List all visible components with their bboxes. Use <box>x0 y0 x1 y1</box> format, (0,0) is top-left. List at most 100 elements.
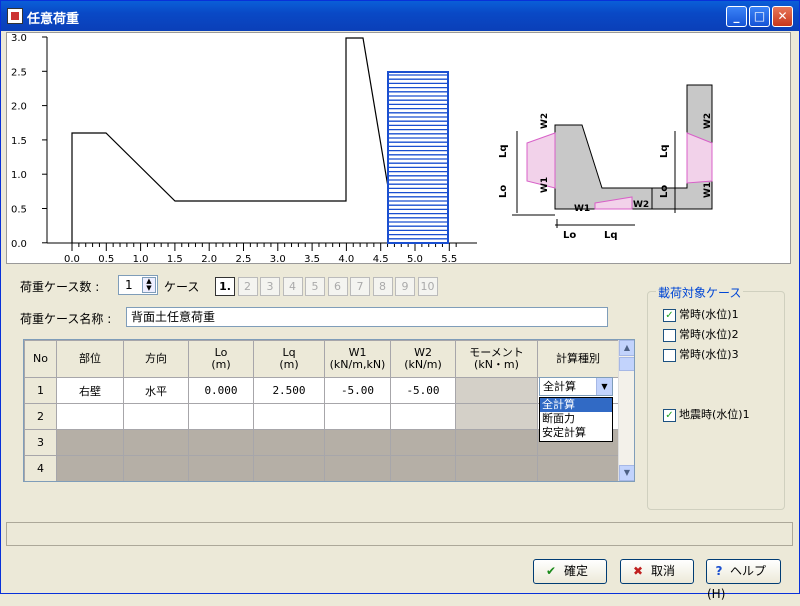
cell-part[interactable] <box>56 403 124 430</box>
cell-lq <box>253 455 325 481</box>
x-tick-label: 3.5 <box>304 254 320 265</box>
target-case-group-title: 載荷対象ケース <box>656 284 744 301</box>
status-bar <box>6 522 793 546</box>
case-button-4[interactable]: 4 <box>282 277 303 296</box>
cell-lq[interactable] <box>253 403 325 430</box>
case-checkbox[interactable]: ✓ 常時(水位)1 <box>663 308 739 324</box>
cell-w2[interactable]: -5.00 <box>390 377 456 404</box>
cell-part <box>56 429 124 456</box>
column-header: Lq (m) <box>253 340 325 378</box>
maximize-button[interactable]: □ <box>749 6 770 27</box>
ok-label: 確定 <box>564 564 589 578</box>
row-number: 3 <box>24 429 57 456</box>
minimize-button[interactable]: _ <box>726 6 747 27</box>
table-row: 4 <box>24 455 619 481</box>
cross-icon: ✖ <box>632 564 644 578</box>
column-header: 部位 <box>56 340 124 378</box>
load-graph-panel: 3.0 2.5 2.0 1.5 1.0 0.5 0.0 0.0 0.5 1.0 1.5 2.0 2.5… <box>6 32 791 265</box>
case-button-2[interactable]: 2 <box>237 277 258 296</box>
cell-lo[interactable]: 0.000 <box>188 377 254 404</box>
dropdown-option[interactable]: 断面力 <box>540 412 612 426</box>
table-row: 1 右壁 水平 0.000 2.500 -5.00 -5.00 <box>24 377 619 404</box>
diagram-lo-right: Lo <box>659 185 670 198</box>
checkbox-checked-icon[interactable]: ✓ <box>663 408 676 422</box>
help-button[interactable]: ? ヘルプ(H) <box>706 559 781 601</box>
case-count-spinner[interactable]: 1 ▲ ▼ <box>118 275 158 295</box>
diagram-w1-right: W1 <box>703 182 713 198</box>
column-header: No <box>24 340 57 378</box>
cell-w2[interactable] <box>390 403 456 430</box>
case-button-5[interactable]: 5 <box>305 277 325 296</box>
case-button-8[interactable]: 8 <box>372 277 393 296</box>
case-checkbox[interactable]: 常時(水位)2 <box>663 328 739 344</box>
cell-moment <box>455 377 538 404</box>
dropdown-option[interactable]: 全計算 <box>540 398 612 412</box>
y-tick-label: 2.0 <box>11 102 27 113</box>
title-bar: 任意荷重 _ □ ✕ <box>1 1 799 31</box>
question-icon: ? <box>715 564 723 578</box>
cell-lq[interactable]: 2.500 <box>253 377 325 404</box>
x-tick-label: 2.0 <box>201 254 217 265</box>
dropdown-option[interactable]: 安定計算 <box>540 426 612 440</box>
checkmark-icon: ✔ <box>545 564 557 578</box>
x-tick-label: 1.5 <box>167 254 183 265</box>
x-tick-label: 0.5 <box>98 254 114 265</box>
cell-w2 <box>390 455 456 481</box>
diagram-lq-bottom: Lq <box>604 230 618 241</box>
close-button[interactable]: ✕ <box>772 6 793 27</box>
checkbox-checked-icon[interactable]: ✓ <box>663 308 676 322</box>
chevron-down-icon[interactable]: ▼ <box>596 378 612 395</box>
column-header: モーメント (kN・m) <box>455 340 538 378</box>
ok-button[interactable]: ✔ 確定 <box>533 559 607 584</box>
x-tick-label: 3.0 <box>270 254 286 265</box>
case-count-label: 荷重ケース数 : <box>20 280 100 294</box>
row-number: 1 <box>24 377 57 404</box>
target-case-group: 載荷対象ケース ✓ 常時(水位)1 常時(水位)2 常時(水位)3 ✓ 地震時(水位)1 <box>647 284 785 510</box>
y-tick-label: 3.0 <box>11 33 27 44</box>
case-name-input[interactable]: 背面土任意荷重 <box>126 307 608 327</box>
cell-w1[interactable] <box>324 403 391 430</box>
cell-part[interactable]: 右壁 <box>56 377 124 404</box>
diagram-lo-bottom: Lo <box>563 230 576 241</box>
checkbox-empty-icon[interactable] <box>663 348 676 362</box>
diagram-w2-right: W2 <box>703 113 713 129</box>
case-button-9[interactable]: 9 <box>395 277 415 296</box>
structure-profile <box>71 37 389 243</box>
scroll-thumb[interactable] <box>619 357 634 371</box>
case-button-3[interactable]: 3 <box>260 277 280 296</box>
load-graph: 3.0 2.5 2.0 1.5 1.0 0.5 0.0 0.0 0.5 1.0 1.5 2.0 2.5… <box>11 33 713 265</box>
load-hatch <box>387 71 449 244</box>
calc-type-select[interactable]: 全計算 ▼ <box>539 377 613 396</box>
case-button-1[interactable]: 1. <box>215 277 235 296</box>
scroll-down-button[interactable]: ▼ <box>619 465 634 481</box>
cell-dir[interactable]: 水平 <box>123 377 189 404</box>
scroll-up-button[interactable]: ▲ <box>619 340 634 356</box>
cell-dir[interactable] <box>123 403 189 430</box>
cell-moment <box>455 455 538 481</box>
case-checkbox[interactable]: ✓ 地震時(水位)1 <box>663 408 750 424</box>
table-scrollbar[interactable]: ▲ ▼ <box>618 340 634 481</box>
case-button-10[interactable]: 10 <box>417 277 438 296</box>
checkbox-empty-icon[interactable] <box>663 328 676 342</box>
cell-lq <box>253 429 325 456</box>
x-tick-label: 5.0 <box>407 254 423 265</box>
case-button-6[interactable]: 6 <box>327 277 348 296</box>
row-number: 4 <box>24 455 57 481</box>
y-tick-label: 0.5 <box>11 205 27 216</box>
diagram-lq-left: Lq <box>498 144 509 158</box>
cell-w1[interactable]: -5.00 <box>324 377 391 404</box>
calc-type-value: 全計算 <box>543 380 576 393</box>
y-tick-label: 1.0 <box>11 170 27 181</box>
spin-buttons[interactable]: ▲ ▼ <box>142 277 156 293</box>
row-number: 2 <box>24 403 57 430</box>
diagram-w2-bottom: W2 <box>633 200 649 210</box>
calc-type-dropdown-list: 全計算 断面力 安定計算 <box>539 397 613 442</box>
load-case-panel: 荷重ケース数 : 1 ▲ ▼ ケース 1. 2 3 4 5 6 7 8 9 10 荷重ケース名称 :… <box>6 268 641 510</box>
x-tick-label: 4.5 <box>373 254 389 265</box>
cell-part <box>56 455 124 481</box>
case-button-7[interactable]: 7 <box>350 277 370 296</box>
cancel-button[interactable]: ✖ 取消 <box>620 559 694 584</box>
app-icon <box>7 8 23 24</box>
cell-lo[interactable] <box>188 403 254 430</box>
case-checkbox[interactable]: 常時(水位)3 <box>663 348 739 364</box>
